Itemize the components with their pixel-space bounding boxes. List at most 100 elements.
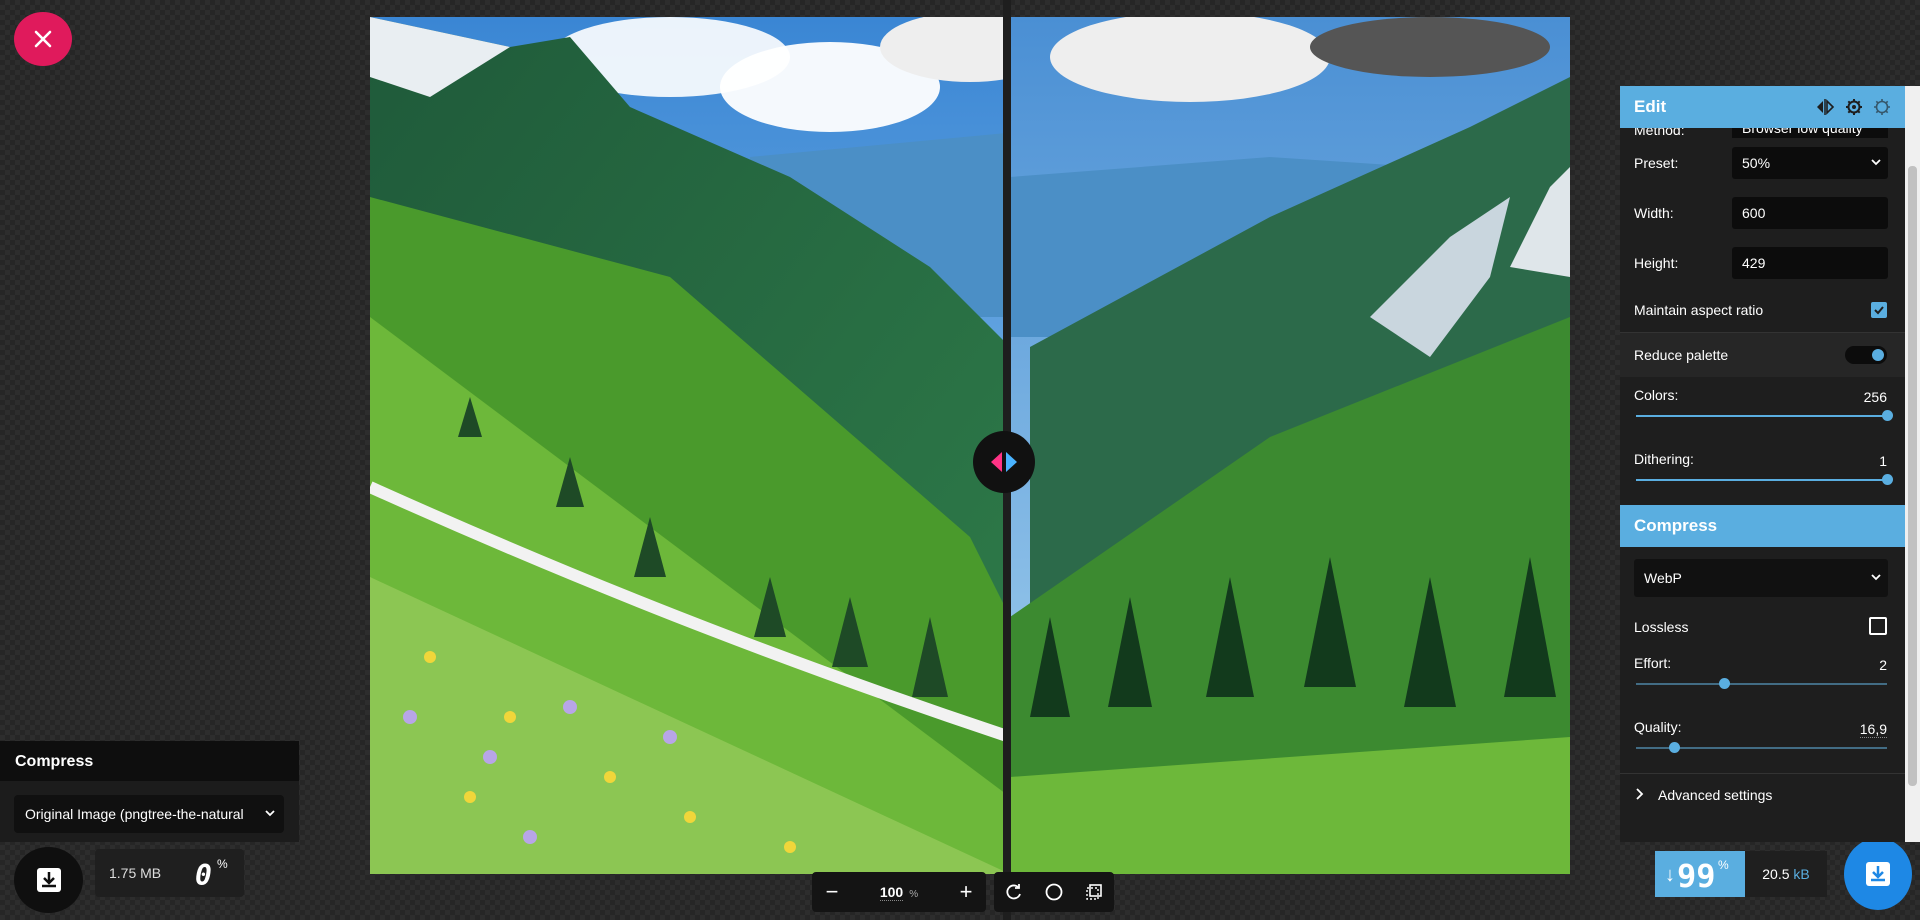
advanced-settings-row[interactable]: Advanced settings bbox=[1620, 774, 1905, 814]
dithering-slider-row: Dithering: 1 bbox=[1620, 441, 1905, 505]
checkmark-icon bbox=[1874, 306, 1884, 315]
edit-title: Edit bbox=[1634, 97, 1667, 116]
chevron-down-icon bbox=[1870, 559, 1882, 611]
original-image bbox=[370, 17, 1004, 874]
codec-select[interactable]: WebP bbox=[1634, 559, 1888, 597]
scrollbar-thumb[interactable] bbox=[1908, 166, 1917, 786]
settings-gear-icon[interactable] bbox=[1845, 98, 1863, 116]
zoom-out-button[interactable]: − bbox=[812, 872, 852, 912]
dithering-slider-thumb[interactable] bbox=[1882, 474, 1893, 485]
panel-scrollbar[interactable] bbox=[1905, 86, 1920, 842]
quality-slider-thumb[interactable] bbox=[1668, 742, 1680, 753]
colors-slider-row: Colors: 256 bbox=[1620, 377, 1905, 441]
advanced-settings-label: Advanced settings bbox=[1658, 787, 1773, 803]
left-compress-header: Compress bbox=[0, 741, 299, 781]
crop-icon bbox=[1086, 884, 1102, 900]
crop-view-button[interactable] bbox=[1074, 872, 1114, 912]
original-size-info: 1.75 MB 0 % bbox=[95, 849, 244, 897]
lossless-label: Lossless bbox=[1634, 619, 1689, 635]
preset-select[interactable]: 50% bbox=[1732, 147, 1888, 179]
preset-select-value: 50% bbox=[1742, 155, 1771, 171]
arrow-right-icon bbox=[1006, 452, 1017, 472]
preset-label: Preset: bbox=[1634, 155, 1679, 171]
zoom-unit: % bbox=[909, 889, 919, 900]
method-select-value: Browser low quality bbox=[1742, 128, 1863, 136]
original-file-size: 1.75 MB bbox=[109, 865, 162, 881]
edit-header: Edit bbox=[1620, 86, 1905, 128]
rotate-icon bbox=[1006, 884, 1021, 900]
lossless-checkbox[interactable] bbox=[1869, 617, 1887, 635]
chevron-down-icon bbox=[1870, 147, 1882, 190]
dithering-label: Dithering: bbox=[1634, 451, 1694, 467]
size-reduction-badge: ↓ 99 % bbox=[1655, 851, 1763, 897]
preset-row: Preset: 50% bbox=[1620, 138, 1905, 188]
close-icon bbox=[34, 30, 52, 48]
width-label: Width: bbox=[1634, 205, 1674, 221]
toggle-knob bbox=[1872, 349, 1884, 361]
effort-slider-thumb[interactable] bbox=[1718, 678, 1730, 689]
output-size-unit: kB bbox=[1793, 866, 1810, 882]
down-arrow-icon: ↓ bbox=[1665, 864, 1675, 886]
codec-row: WebP bbox=[1620, 547, 1905, 605]
quality-value[interactable]: 16,9 bbox=[1859, 721, 1887, 738]
lossless-row: Lossless bbox=[1620, 605, 1905, 645]
method-row: Method: Browser low quality bbox=[1620, 128, 1905, 138]
height-input[interactable]: 429 bbox=[1732, 247, 1888, 279]
quality-label: Quality: bbox=[1634, 719, 1682, 735]
original-percent-sign: % bbox=[217, 857, 228, 871]
download-icon bbox=[1866, 862, 1890, 886]
method-label: Method: bbox=[1634, 128, 1685, 138]
reduce-palette-toggle[interactable] bbox=[1845, 346, 1887, 364]
options-panel: Edit Method: Browser low quality Preset: bbox=[1620, 86, 1905, 842]
download-compressed-button[interactable] bbox=[1844, 838, 1912, 910]
output-size: 20.5 kB bbox=[1745, 851, 1827, 897]
dithering-slider-track[interactable] bbox=[1636, 479, 1887, 481]
reduce-palette-row: Reduce palette bbox=[1620, 333, 1905, 377]
reduce-palette-label: Reduce palette bbox=[1634, 347, 1729, 363]
view-tools-group bbox=[994, 872, 1114, 912]
rotate-button[interactable] bbox=[994, 872, 1034, 912]
size-reduction-sign: % bbox=[1718, 858, 1729, 872]
width-input[interactable]: 600 bbox=[1732, 197, 1888, 229]
chevron-down-icon bbox=[264, 795, 276, 833]
method-select[interactable]: Browser low quality bbox=[1732, 128, 1888, 138]
compress-header: Compress bbox=[1620, 505, 1905, 547]
aspect-ratio-checkbox[interactable] bbox=[1871, 302, 1887, 318]
height-row: Height: 429 bbox=[1620, 238, 1905, 288]
zoom-value: 100 bbox=[879, 884, 904, 901]
effort-value: 2 bbox=[1879, 657, 1887, 673]
left-image-select[interactable]: Original Image (pngtree-the-natural bbox=[14, 795, 284, 833]
left-compress-panel: Compress Original Image (pngtree-the-nat… bbox=[0, 741, 299, 842]
codec-select-value: WebP bbox=[1644, 570, 1682, 586]
output-size-value: 20.5 bbox=[1762, 866, 1790, 882]
compressed-image bbox=[1004, 17, 1570, 874]
colors-label: Colors: bbox=[1634, 387, 1679, 403]
close-button[interactable] bbox=[14, 12, 72, 66]
original-percent: 0 bbox=[195, 859, 212, 892]
circle-icon bbox=[1045, 883, 1063, 901]
colors-slider-thumb[interactable] bbox=[1882, 410, 1893, 421]
download-original-button[interactable] bbox=[14, 847, 83, 913]
dithering-value: 1 bbox=[1879, 453, 1887, 469]
effort-slider-row: Effort: 2 bbox=[1620, 645, 1905, 709]
image-comparison-stage[interactable] bbox=[370, 17, 1570, 874]
colors-slider-track[interactable] bbox=[1636, 415, 1887, 417]
height-label: Height: bbox=[1634, 255, 1679, 271]
aspect-label: Maintain aspect ratio bbox=[1634, 302, 1764, 318]
zoom-in-button[interactable]: + bbox=[946, 872, 986, 912]
chevron-right-icon bbox=[1634, 787, 1644, 804]
arrow-left-icon bbox=[991, 452, 1002, 472]
size-reduction-value: 99 bbox=[1677, 857, 1716, 895]
download-icon bbox=[36, 868, 61, 892]
colors-value: 256 bbox=[1863, 389, 1887, 405]
zoom-input[interactable]: 100% bbox=[852, 884, 946, 901]
aspect-row: Maintain aspect ratio bbox=[1620, 288, 1905, 332]
flip-icon[interactable] bbox=[1815, 99, 1835, 115]
width-row: Width: 600 bbox=[1620, 188, 1905, 238]
comparison-slider-handle[interactable] bbox=[973, 431, 1035, 493]
left-image-select-value: Original Image (pngtree-the-natural bbox=[25, 806, 244, 822]
effort-slider-track[interactable] bbox=[1636, 683, 1887, 685]
background-toggle-button[interactable] bbox=[1034, 872, 1074, 912]
bottom-toolbar: − 100% + bbox=[812, 872, 1114, 912]
settings-gear-alt-icon[interactable] bbox=[1873, 98, 1891, 116]
